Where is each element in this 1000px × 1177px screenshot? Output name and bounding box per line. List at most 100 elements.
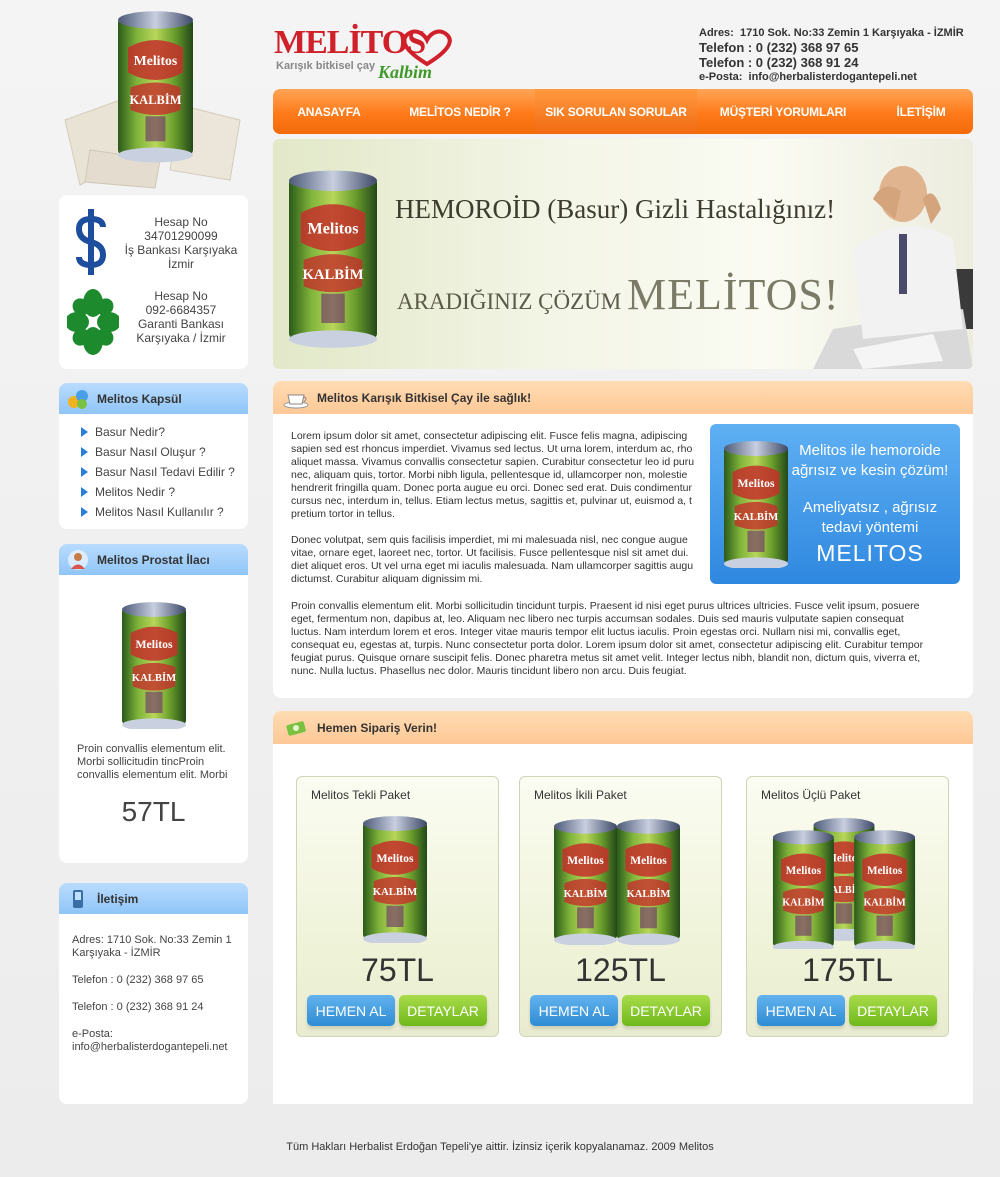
promo-product-image — [724, 441, 788, 568]
bank-accounts-box: Hesap No 34701290099 İş Bankası Karşıyak… — [59, 195, 248, 369]
prostat-header: Melitos Prostat İlacı — [59, 544, 248, 575]
prostat-description: Proin convallis elementum elit. Morbi so… — [77, 743, 228, 781]
promo-line-2: ağrısız ve kesin çözüm! — [791, 462, 949, 479]
kapsul-link-label: Melitos Nasıl Kullanılır ? — [95, 505, 224, 519]
header-contact: Adres: 1710 Sok. No:33 Zemin 1 Karşıyaka… — [699, 26, 989, 84]
buy-now-button[interactable]: HEMEN AL — [530, 995, 618, 1026]
promo-brand: MELITOS — [816, 540, 924, 566]
package-image — [772, 818, 916, 949]
package-name: Melitos İkili Paket — [534, 788, 627, 802]
article-box: Melitos Karışık Bitkisel Çay ile sağlık!… — [273, 381, 973, 698]
nav-item-anasayfa[interactable]: ANASAYFA — [273, 89, 385, 134]
garanti-account: Hesap No 092-6684357 Garanti Bankası Kar… — [59, 287, 248, 361]
banner-headline: HEMOROİD (Basur) Gizli Hastalığınız! — [395, 194, 836, 224]
logo-script: Kalbim — [378, 62, 433, 82]
money-icon — [286, 720, 306, 736]
isbank-logo-icon — [75, 209, 107, 275]
contact-address: Adres: 1710 Sok. No:33 Zemin 1 Karşıyaka… — [72, 934, 232, 959]
order-header: Hemen Sipariş Verin! — [273, 711, 973, 744]
arrow-right-icon — [81, 507, 88, 517]
kapsul-link-melitos-nedir[interactable]: Melitos Nedir ? — [81, 482, 248, 502]
nav-item-melitos-nedir[interactable]: MELİTOS NEDİR ? — [385, 89, 535, 134]
garanti-logo-icon — [67, 289, 119, 355]
kapsul-link-label: Basur Nasıl Tedavi Edilir ? — [95, 465, 235, 479]
buy-now-button[interactable]: HEMEN AL — [757, 995, 845, 1026]
promo-callout[interactable]: Melitos ile hemoroide ağrısız ve kesin ç… — [710, 424, 960, 584]
hero-banner[interactable]: HEMOROİD (Basur) Gizli Hastalığınız! ARA… — [273, 139, 973, 369]
contact-phone-2: Telefon : 0 (232) 368 91 24 — [72, 1001, 204, 1013]
order-title: Hemen Sipariş Verin! — [317, 720, 438, 735]
kapsul-box: Melitos Kapsül Basur Nedir? Basur Nasıl … — [59, 383, 248, 529]
package-name: Melitos Üçlü Paket — [761, 788, 861, 802]
banner-subheadline: ARADIĞINIZ ÇÖZÜM MELİTOS! — [397, 270, 840, 319]
contact-phone-1: Telefon : 0 (232) 368 97 65 — [72, 974, 204, 986]
kapsul-link-label: Basur Nedir? — [95, 425, 166, 439]
order-box: Hemen Sipariş Verin! Melitos Tekli Paket… — [273, 711, 973, 1104]
header-phone-1: Telefon : 0 (232) 368 97 65 — [699, 40, 859, 55]
isbank-city: İzmir — [168, 257, 194, 271]
prostat-title: Melitos Prostat İlacı — [97, 552, 210, 567]
promo-line-3: Ameliyatsız , ağrısız — [802, 499, 938, 516]
kapsul-link-basur-tedavi[interactable]: Basur Nasıl Tedavi Edilir ? — [81, 462, 248, 482]
article-header: Melitos Karışık Bitkisel Çay ile sağlık! — [273, 381, 973, 414]
arrow-right-icon — [81, 447, 88, 457]
package-price: 125TL — [575, 952, 666, 988]
footer-copyright: Tüm Hakları Herbalist Erdoğan Tepeli'ye … — [286, 1141, 714, 1153]
contact-email[interactable]: e-Posta: info@herbalisterdogantepeli.net — [72, 1028, 238, 1054]
details-button[interactable]: DETAYLAR — [399, 995, 487, 1026]
kapsul-title: Melitos Kapsül — [97, 391, 182, 406]
kapsul-link-basur-nasil-olusur[interactable]: Basur Nasıl Oluşur ? — [81, 442, 248, 462]
prostat-box: Melitos Prostat İlacı Proin convallis el… — [59, 544, 248, 863]
hero-product-image — [60, 10, 250, 190]
garanti-branch: Garanti Bankası — [137, 317, 225, 331]
phone-icon — [73, 889, 83, 908]
article-paragraph-3: Proin convallis elementum elit. Morbi so… — [291, 600, 924, 677]
arrow-right-icon — [81, 487, 88, 497]
article-title: Melitos Karışık Bitkisel Çay ile sağlık! — [317, 390, 532, 405]
package-price: 175TL — [802, 952, 893, 988]
main-nav: ANASAYFA MELİTOS NEDİR ? SIK SORULAN SOR… — [273, 89, 973, 134]
kapsul-link-label: Basur Nasıl Oluşur ? — [95, 445, 206, 459]
package-name: Melitos Tekli Paket — [311, 788, 411, 802]
contact-box: İletişim Adres: 1710 Sok. No:33 Zemin 1 … — [59, 883, 248, 1104]
header-email: e-Posta: info@herbalisterdogantepeli.net — [699, 71, 917, 83]
promo-line-1: Melitos ile hemoroide — [799, 442, 941, 459]
header-phone-2: Telefon : 0 (232) 368 91 24 — [699, 55, 859, 70]
garanti-number: 092-6684357 — [145, 303, 217, 317]
package-image — [554, 819, 680, 945]
kapsul-links: Basur Nedir? Basur Nasıl Oluşur ? Basur … — [59, 414, 248, 522]
buy-now-button[interactable]: HEMEN AL — [307, 995, 395, 1026]
site-logo[interactable]: MELİTOS Karışık bitkisel çay Kalbim — [274, 24, 474, 86]
logo-tagline: Karışık bitkisel çay — [276, 60, 376, 72]
capsules-icon — [68, 389, 88, 409]
doctor-icon — [68, 549, 88, 570]
tea-cup-icon — [283, 394, 309, 408]
garanti-label: Hesap No — [154, 289, 208, 303]
contact-title: İletişim — [97, 891, 139, 906]
package-card-single: Melitos Tekli Paket 75TL HEMEN AL DETAYL… — [296, 776, 499, 1037]
details-button[interactable]: DETAYLAR — [849, 995, 937, 1026]
details-button[interactable]: DETAYLAR — [622, 995, 710, 1026]
isbank-account: Hesap No 34701290099 İş Bankası Karşıyak… — [59, 207, 248, 277]
nav-item-iletisim[interactable]: İLETİŞİM — [869, 89, 973, 134]
kapsul-link-melitos-kullanim[interactable]: Melitos Nasıl Kullanılır ? — [81, 502, 248, 522]
banner-product-image — [289, 170, 377, 348]
banner-person-image — [813, 166, 973, 369]
isbank-branch: İş Bankası Karşıyaka — [124, 243, 238, 257]
package-card-double: Melitos İkili Paket 125TL HEMEN AL DETAY… — [519, 776, 722, 1037]
header-address: Adres: 1710 Sok. No:33 Zemin 1 Karşıyaka… — [699, 27, 964, 39]
nav-item-musteri-yorumlari[interactable]: MÜŞTERİ YORUMLARI — [697, 89, 869, 134]
arrow-right-icon — [81, 467, 88, 477]
nav-item-sss[interactable]: SIK SORULAN SORULAR — [535, 89, 697, 134]
kapsul-link-basur-nedir[interactable]: Basur Nedir? — [81, 422, 248, 442]
isbank-label: Hesap No — [154, 215, 208, 229]
package-price: 75TL — [361, 952, 434, 988]
contact-header: İletişim — [59, 883, 248, 914]
kapsul-link-label: Melitos Nedir ? — [95, 485, 176, 499]
promo-line-4: tedavi yöntemi — [821, 519, 919, 536]
garanti-city: Karşıyaka / İzmir — [136, 331, 226, 345]
arrow-right-icon — [81, 427, 88, 437]
prostat-product-image[interactable] — [121, 601, 187, 729]
isbank-number: 34701290099 — [144, 229, 218, 243]
package-image — [363, 816, 427, 943]
